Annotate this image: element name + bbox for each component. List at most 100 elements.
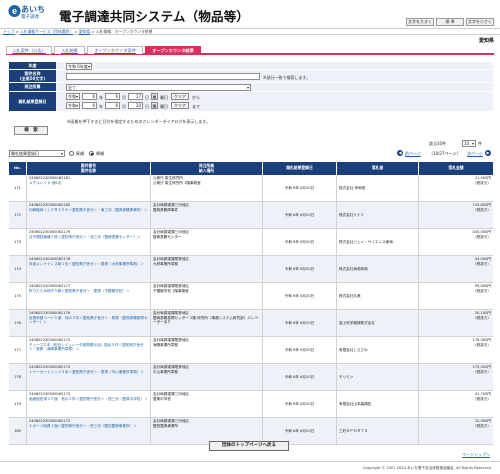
tab-bar: 入札案件（公告） 入札結果 オープンカウンタ案件 オープンカウンタ結果 [6,46,494,55]
to-era-select[interactable]: 令和 [66,102,80,109]
tab-bid-results[interactable]: 入札結果 [54,46,85,54]
prev-page-icon[interactable]: ◀ [397,150,403,156]
amount-tax-note: （税抜き） [473,288,491,293]
next-page-icon[interactable]: ▶ [485,150,491,156]
date-label: 開札結果登録日 [9,92,56,112]
breadcrumb-aichi[interactable]: 愛知県 [79,29,90,34]
from-year-input[interactable]: 6 [82,93,97,100]
table-row: 171 240602230000062181 メチルレッド 他8点 公衆庁 衛生研究所… [9,175,493,202]
delivery-place: 子模擬学校 1階事務室 [153,288,189,293]
case-name-link[interactable]: トナーカートリッジ５本＜愛知県庁舎分＞・尾張（中山事業所準拠）＞ [29,370,148,375]
col-amount: 落札金額 [448,165,464,171]
sort-desc-label: 降順 [96,151,104,156]
row-amount: 20,100円 （税抜き） [419,310,493,336]
row-amount: 41,700円 （税抜き） [419,391,493,417]
sort-desc-radio[interactable] [89,151,94,156]
prefecture-label: 愛知県 [478,38,494,44]
from-clear-button[interactable]: クリア [171,93,189,100]
font-larger-button[interactable]: 文字を大きく [406,18,434,26]
fiscal-year-select[interactable]: 令和 6年度 [66,62,92,70]
org-row: 全て [56,83,493,92]
font-smaller-button[interactable]: 文字を小さく [466,18,494,26]
row-date: 令和 6年 6月20日 [263,337,337,363]
from-month-input[interactable]: 6 [105,93,120,100]
row-no: 174 [9,256,27,282]
per-page-select[interactable]: 10 [462,140,476,147]
font-normal-button[interactable]: 標 準 [436,18,464,26]
from-day-input[interactable]: 17 [128,93,143,100]
delivery-place: 中山事業所準拠 [153,369,179,374]
row-amount: 44,000円 （税抜き） [419,256,493,282]
row-amount: 95,000円 （税抜き） [419,283,493,309]
table-row: 174 240602230000062178 床用メンテナンス剤１缶＜愛知県庁舎分＞… [9,256,493,283]
prev-page-link[interactable]: 前ページ [405,151,421,157]
row-amount: 11,400円 （税抜き） [419,175,493,201]
breadcrumb-group-select[interactable]: 入札情報サービス（団体選択） [20,29,73,34]
from-era-select[interactable]: 令和 [66,93,80,100]
case-name-hint: ※部分一致で検索します。 [263,74,310,80]
case-name-link[interactable]: 折りたたみ椅子５脚＜愛知県庁舎分＞・尾張（子模擬学校）＞ [29,289,148,294]
row-date: 令和 6年 6月20日 [263,310,337,336]
delivery-place: 盟典書籍振興センター 2階 研究所（事務システム研究部）エレベーターあり [153,315,259,325]
org-select[interactable]: 全て [66,84,251,91]
svg-text:e: e [12,6,17,16]
tab-bid-notice[interactable]: 入札案件（公告） [6,46,52,54]
row-date: 令和 6年 6月20日 [263,364,337,390]
to-clear-button[interactable]: クリア [171,102,189,109]
case-name-row: ※部分一致で検索します。 [56,70,493,83]
col-org: 発注所属 納入場所 [151,162,263,175]
breadcrumb-top[interactable]: トップ [3,29,14,34]
amount-tax-note: （税抜き） [473,396,491,401]
row-company: 株式会社ジェイ・サイエンス東海 [337,229,419,255]
delivery-place: 盟典書籍庫事件 [153,207,179,212]
from-calendar-icon[interactable]: ▦ [151,93,158,100]
next-page-link[interactable]: 次ページ [467,151,483,157]
case-name-link[interactable]: エボーツ用具１個＜愛知県庁舎分＞・西三河（盟田盟典事業所）＞ [29,424,148,429]
back-to-group-top-button[interactable]: 団体のトップページへ戻る [209,441,289,451]
row-case: 240602230000062174 トナーカートリッジ５本＜愛知県庁舎分＞・尾張… [27,364,151,390]
row-no: 179 [9,391,27,417]
row-company: 富士科学器械株式会社 [337,310,419,336]
sort-asc-radio[interactable] [69,151,74,156]
calendar-hint: ※画像を押下すると日付を指定するためのカレンダーダイアログを表示します。 [67,119,210,124]
row-date: 令和 6年 6月20日 [263,202,337,228]
row-company: 三好ＳＰＯＲＴＳ [337,418,419,444]
page-top-link[interactable]: ページトップへ [462,452,490,458]
table-row: 173 240602230000062179 法令閲覧機器１枚＜愛知県庁舎分＞・西三… [9,229,493,256]
row-org: 会計局調達課尾張地区 大府事業所準拠 [151,256,263,282]
sort-field-select[interactable]: 開札結果登録日 [9,150,65,157]
case-name-link[interactable]: メチルレッド 他8点 [29,181,148,186]
case-name-link[interactable]: チューブ２本（佐伯シミュレータ実際展示品）抽出５件＜愛知県庁舎分＞・尾張（海陽事… [29,343,148,352]
table-row: 178 240602230000062174 トナーカートリッジ５本＜愛知県庁舎分＞… [9,364,493,391]
row-no: 178 [9,364,27,390]
row-org: 会計局調達課尾張地区 中山事業所準拠 [151,364,263,390]
row-date: 令和 6年 6月20日 [263,175,337,201]
row-amount: 430,000円 （税抜き） [419,229,493,255]
search-button[interactable]: 検 索 [14,126,48,135]
case-name-link[interactable]: 画面固定用２０個 他の２件＜愛知県庁舎分＞・西三河（盟典中学校）＞ [29,397,148,402]
tab-open-counter-results[interactable]: オープンカウンタ結果 [145,46,201,54]
amount-tax-note: （税抜き） [473,342,491,347]
col-company: 落札者 [337,162,419,175]
to-month-input[interactable]: 6 [105,102,120,109]
header: e あいち 電子調達 電子調達共同システム（物品等） 文字を大きく 標 準 文字… [0,0,500,27]
row-company: 有限会社しらさわ [337,337,419,363]
table-header: No. 案件番号 案件名称 発注所属 納入場所 開札結果登録日 落札者 落札金額 [9,162,493,175]
case-name-link[interactable]: 印刷機用インクＲ５０Ａ＜愛知県庁舎分＞・東三河〈盟典書籍庫事件〉＞ [29,208,148,213]
copyright: Copyright © 2007-2024 あいち電子自治体推進協議会. All… [362,466,492,470]
case-name-link[interactable]: 延長申請コード１個 他の２件＜愛知県庁舎分＞・尾張（盟典書籍振興センター）＞ [29,316,148,325]
to-calendar-icon[interactable]: ▦ [151,102,158,109]
case-name-link[interactable]: 床用メンテナンス剤１缶＜愛知県庁舎分＞・尾張（大府事業所準拠）＞ [29,262,148,267]
case-name-input[interactable] [66,73,260,80]
case-name-link[interactable]: 法令閲覧機器１枚＜愛知県庁舎分＞・西三河（盟典書籍センター）＞ [29,235,148,240]
row-no: 180 [9,418,27,444]
tab-open-counter-cases[interactable]: オープンカウンタ案件 [87,46,143,54]
delivery-place: 盟典書籍センター [153,234,182,239]
delivery-place: 盟田盟典事業所 [153,423,179,428]
case-name-label: 案件名称 (全角50文字) [9,70,56,83]
org-label: 発注所属 [9,83,56,92]
row-date: 令和 6年 6月20日 [263,256,337,282]
to-year-input[interactable]: 6 [82,102,97,109]
logo-subtext: 電子調達 [21,15,39,20]
to-day-input[interactable]: 20 [128,102,143,109]
